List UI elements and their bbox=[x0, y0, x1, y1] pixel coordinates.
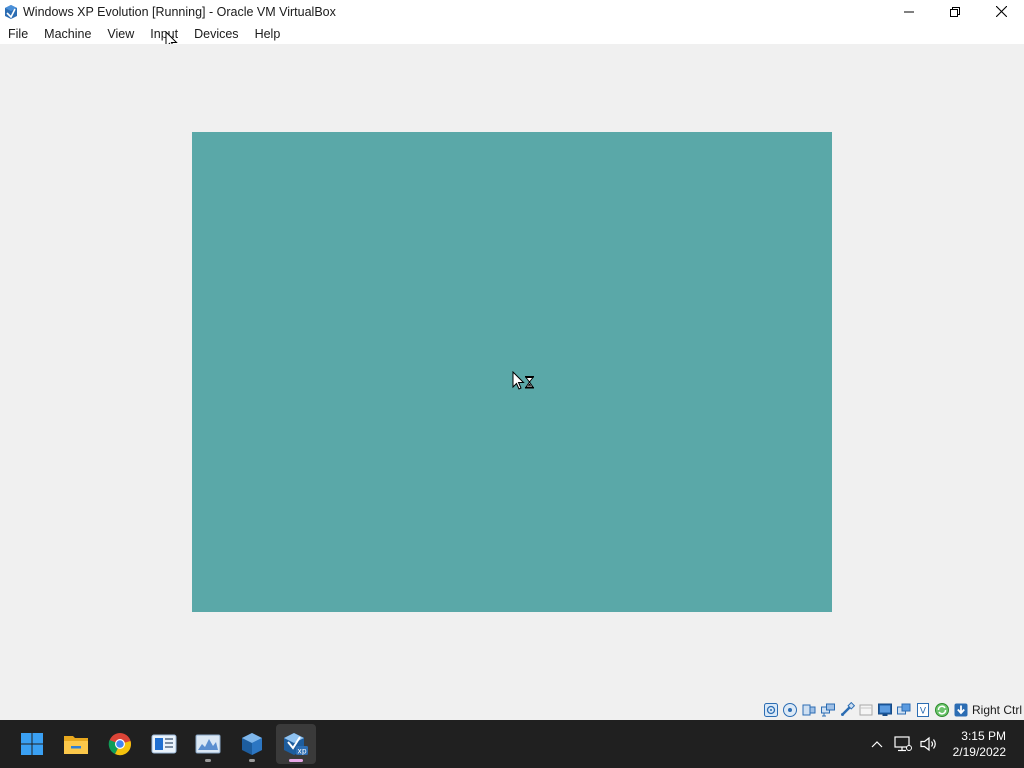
minimize-button[interactable] bbox=[886, 0, 932, 23]
network-tray-button[interactable] bbox=[891, 732, 915, 756]
network-status-icon bbox=[894, 736, 912, 752]
folder-icon bbox=[64, 736, 88, 754]
optical-drive-icon[interactable] bbox=[782, 702, 798, 718]
taskbar-windows-xp-vm[interactable]: xp bbox=[276, 724, 316, 764]
virtualbox-manager-icon bbox=[242, 733, 262, 755]
video-capture-icon[interactable] bbox=[896, 702, 912, 718]
close-button[interactable] bbox=[978, 0, 1024, 23]
clock[interactable]: 3:15 PM 2/19/2022 bbox=[953, 728, 1006, 760]
network-icon[interactable] bbox=[820, 702, 836, 718]
close-icon bbox=[995, 6, 1007, 17]
system-tray: 3:15 PM 2/19/2022 bbox=[865, 720, 1024, 768]
clock-time: 3:15 PM bbox=[961, 729, 1006, 743]
taskbar-virtualbox-manager[interactable] bbox=[232, 724, 272, 764]
running-indicator bbox=[249, 759, 255, 762]
taskbar-news[interactable] bbox=[144, 724, 184, 764]
svg-text:xp: xp bbox=[297, 747, 306, 756]
usb-icon[interactable] bbox=[839, 701, 855, 718]
menu-help[interactable]: Help bbox=[247, 27, 289, 41]
show-hidden-icons-button[interactable] bbox=[865, 732, 889, 756]
shared-folders-icon[interactable] bbox=[858, 702, 874, 718]
display-icon[interactable] bbox=[877, 702, 893, 718]
taskbar-performance-monitor[interactable] bbox=[188, 724, 228, 764]
running-indicator bbox=[205, 759, 211, 762]
windows-xp-vm-icon: xp bbox=[284, 733, 308, 756]
taskbar-chrome[interactable] bbox=[100, 724, 140, 764]
restore-icon bbox=[950, 6, 960, 17]
minimize-icon bbox=[904, 11, 914, 12]
chrome-icon bbox=[108, 733, 131, 756]
windows-logo-icon bbox=[21, 733, 43, 755]
svg-text:V: V bbox=[920, 706, 927, 716]
title-bar[interactable]: Windows XP Evolution [Running] - Oracle … bbox=[0, 0, 1024, 23]
taskbar-file-explorer[interactable] bbox=[56, 724, 96, 764]
volume-icon bbox=[920, 736, 936, 752]
hard-disk-icon[interactable] bbox=[763, 702, 779, 718]
chevron-up-icon bbox=[871, 741, 883, 748]
busy-hourglass-cursor-icon bbox=[512, 371, 534, 390]
volume-tray-button[interactable] bbox=[917, 732, 941, 756]
mouse-integration-icon[interactable] bbox=[934, 702, 950, 718]
active-indicator bbox=[289, 759, 303, 762]
taskbar: xp 3:15 PM 2/19/2022 bbox=[0, 720, 1024, 768]
menu-machine[interactable]: Machine bbox=[36, 27, 99, 41]
clock-date: 2/19/2022 bbox=[952, 745, 1006, 759]
start-button[interactable] bbox=[12, 724, 52, 764]
performance-monitor-icon bbox=[195, 734, 221, 754]
menu-bar: File Machine View Input Devices Help bbox=[0, 23, 1024, 44]
menu-view[interactable]: View bbox=[99, 27, 142, 41]
menu-devices[interactable]: Devices bbox=[186, 27, 246, 41]
restore-button[interactable] bbox=[932, 0, 978, 23]
news-icon bbox=[151, 734, 177, 754]
window-title: Windows XP Evolution [Running] - Oracle … bbox=[23, 4, 336, 19]
host-key-label: Right Ctrl bbox=[971, 702, 1022, 717]
audio-icon[interactable] bbox=[801, 702, 817, 718]
virtualization-icon[interactable]: V bbox=[915, 702, 931, 718]
menu-file[interactable]: File bbox=[0, 27, 36, 41]
keyboard-capture-icon[interactable] bbox=[953, 702, 969, 718]
status-bar: V Right Ctrl bbox=[0, 699, 1024, 720]
virtualbox-icon bbox=[5, 4, 17, 19]
